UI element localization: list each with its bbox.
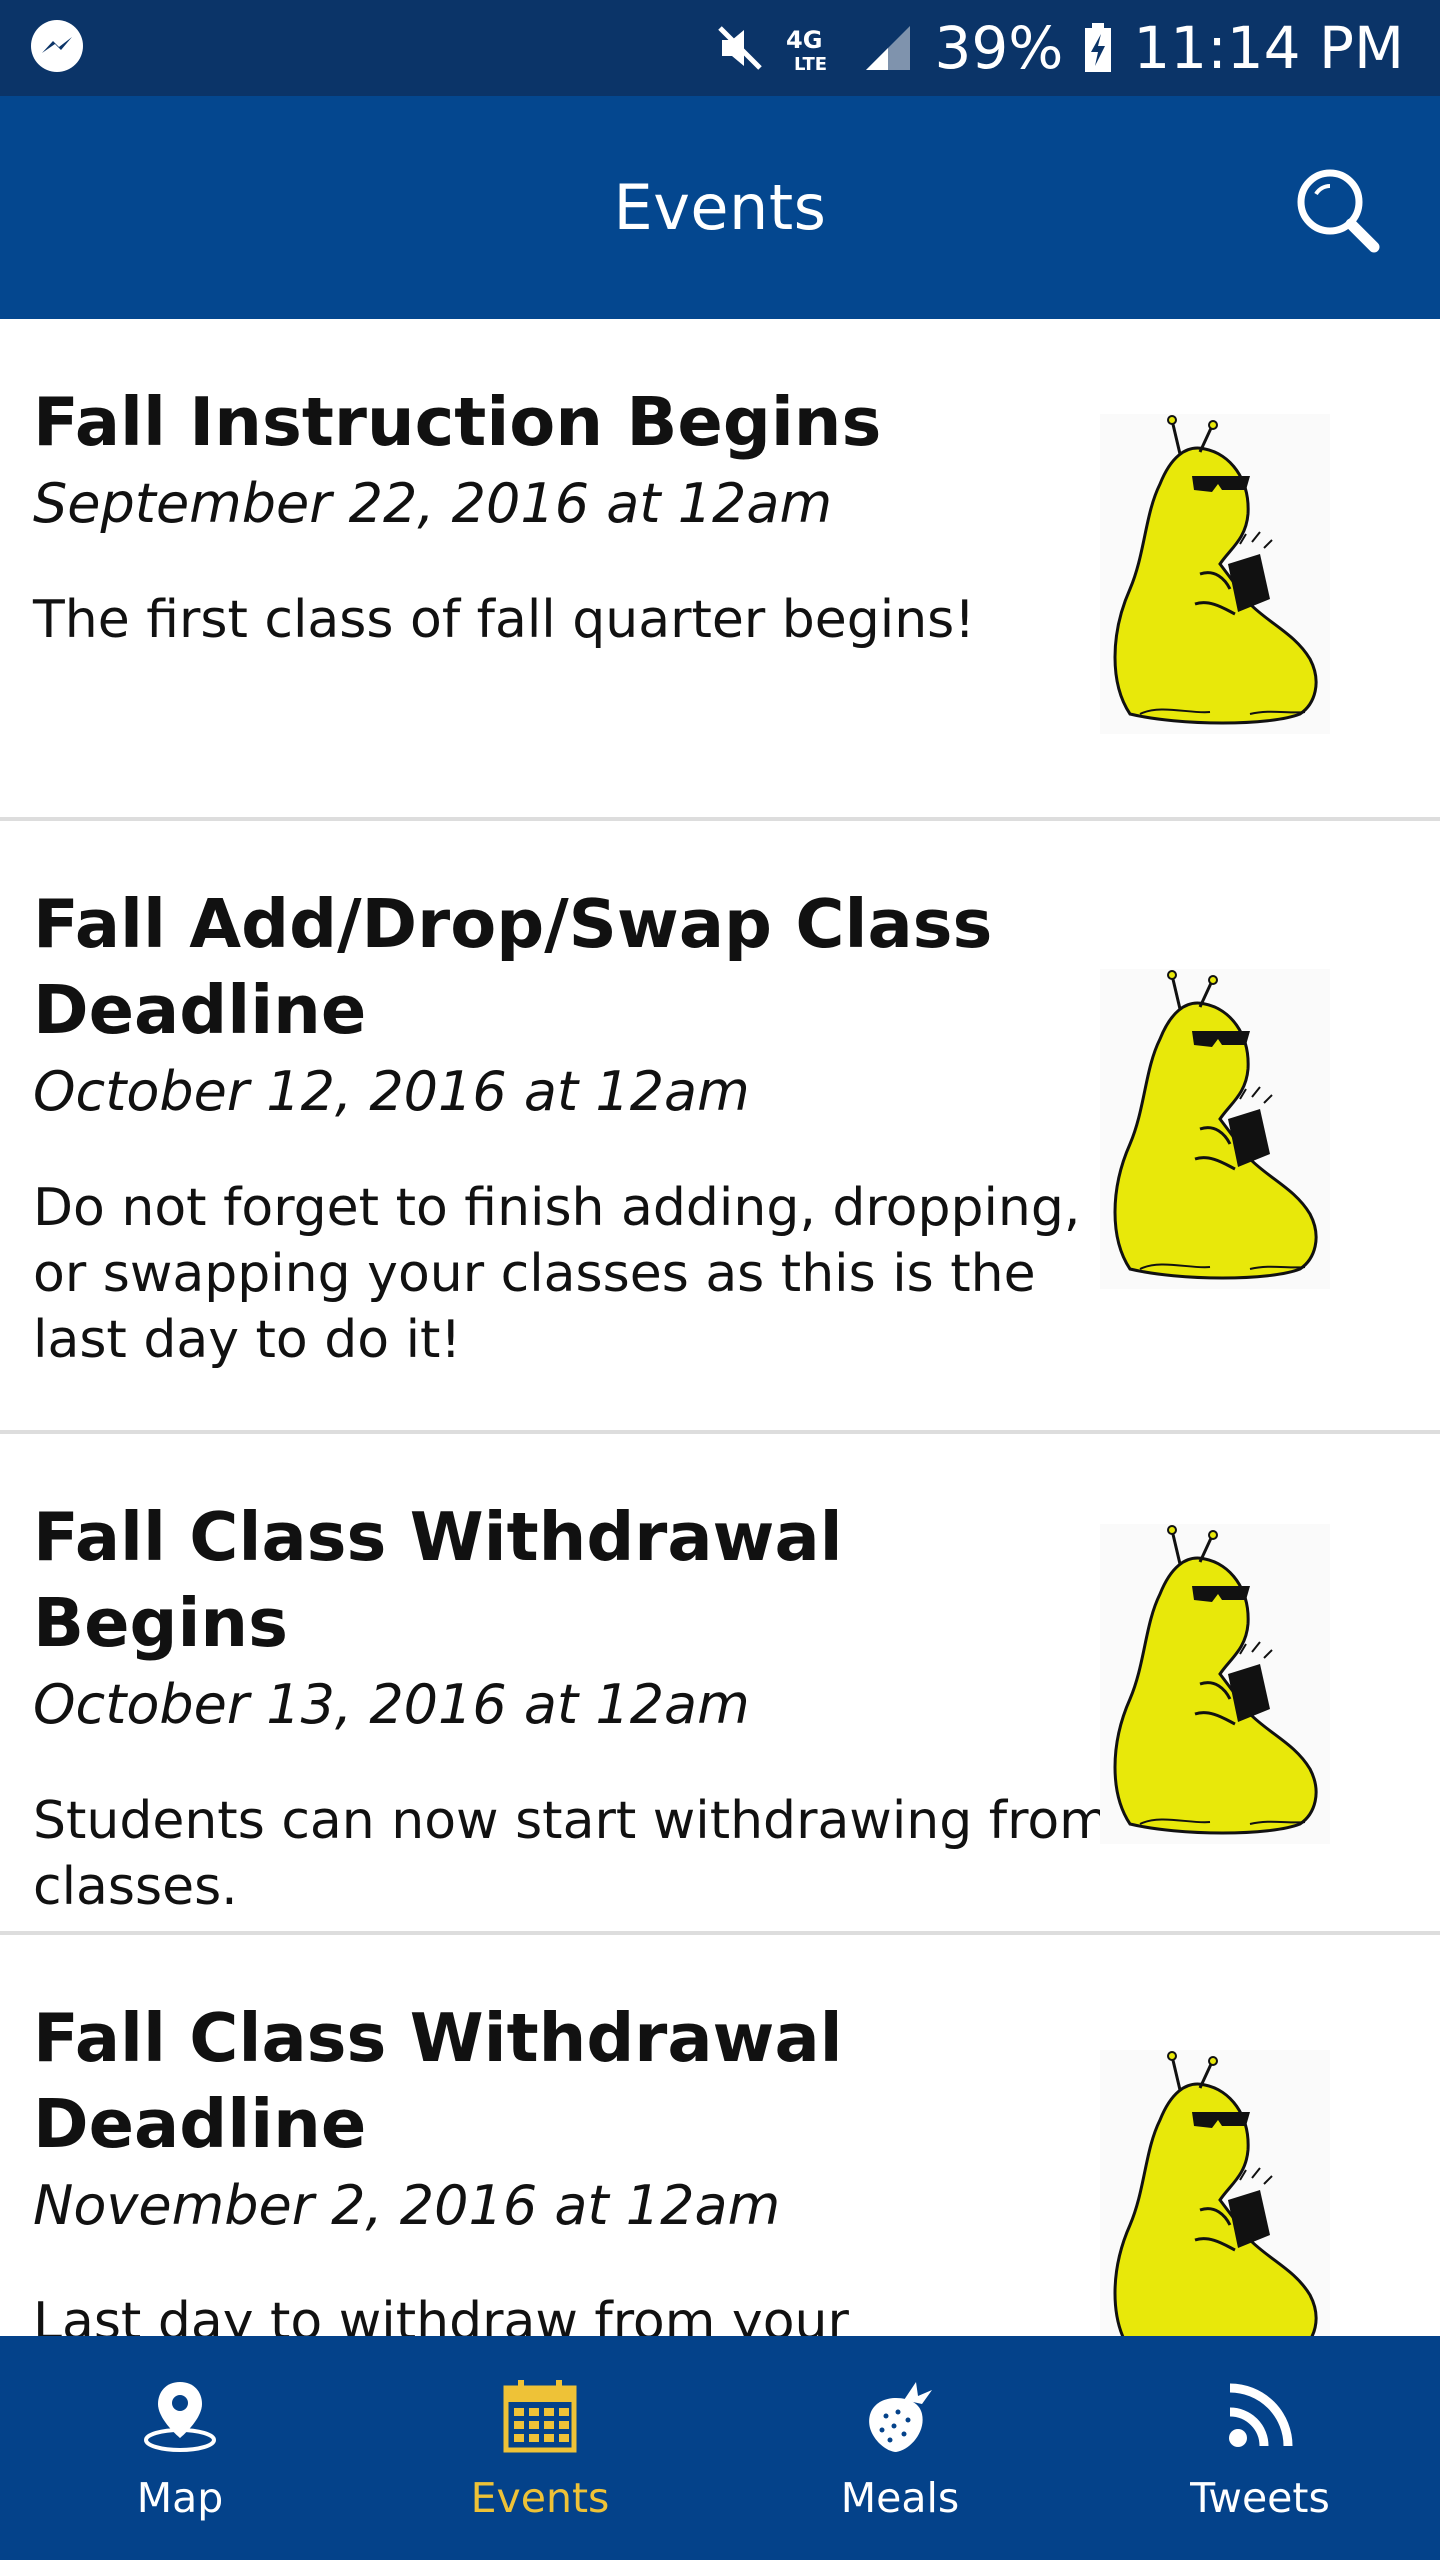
tab-label: Events [470, 2474, 610, 2522]
search-button[interactable] [1290, 164, 1386, 260]
event-date: October 12, 2016 at 12am [33, 1060, 750, 1123]
strawberry-icon [869, 2382, 932, 2452]
event-card[interactable]: Fall Add/Drop/Swap Class Deadline Octobe… [0, 821, 1440, 1434]
tab-map[interactable]: Map [0, 2336, 360, 2560]
bottom-nav: Map Events Meals Tweets [0, 2336, 1440, 2560]
tab-events[interactable]: Events [360, 2336, 720, 2560]
slug-mascot-image [1100, 2050, 1330, 2336]
map-pin-icon [144, 2382, 216, 2452]
tab-tweets[interactable]: Tweets [1080, 2336, 1440, 2560]
slug-mascot-image [1100, 414, 1330, 734]
event-date: November 2, 2016 at 12am [33, 2174, 781, 2237]
calendar-icon [503, 2380, 577, 2453]
event-card[interactable]: Fall Class Withdrawal Deadline November … [0, 1935, 1440, 2336]
slug-mascot-image [1100, 1524, 1330, 1844]
event-description: The first class of fall quarter begins! [33, 590, 976, 650]
rss-icon [1229, 2383, 1293, 2447]
event-date: October 13, 2016 at 12am [33, 1673, 750, 1736]
page-title: Events [613, 171, 827, 244]
event-title: Fall Add/Drop/Swap Class Deadline [33, 885, 993, 1049]
svg-text:4G: 4G [786, 26, 822, 54]
signal-icon [862, 22, 914, 74]
mute-icon [714, 22, 766, 74]
event-card[interactable]: Fall Instruction Begins September 22, 20… [0, 319, 1440, 821]
event-description: Do not forget to finish adding, dropping… [33, 1178, 1081, 1370]
event-card[interactable]: Fall Class Withdrawal Begins October 13,… [0, 1434, 1440, 1935]
search-icon [1297, 169, 1380, 253]
network-icon: 4G LTE [786, 22, 842, 74]
battery-charging-icon [1083, 22, 1113, 74]
events-list[interactable]: Fall Instruction Begins September 22, 20… [0, 319, 1440, 2336]
event-description: Students can now start withdrawing from … [33, 1791, 1110, 1917]
event-title: Fall Class Withdrawal Deadline [33, 1999, 843, 2163]
tab-label: Map [136, 2474, 224, 2522]
battery-percent: 39% [934, 14, 1064, 82]
messenger-icon [28, 17, 86, 79]
svg-text:LTE: LTE [794, 54, 827, 74]
event-description: Last day to withdraw from your [33, 2292, 849, 2336]
event-date: September 22, 2016 at 12am [33, 472, 833, 535]
tab-label: Tweets [1190, 2474, 1330, 2522]
app-bar: Events [0, 96, 1440, 319]
tab-meals[interactable]: Meals [720, 2336, 1080, 2560]
slug-mascot-image [1100, 969, 1330, 1289]
event-title: Fall Class Withdrawal Begins [33, 1498, 843, 1662]
event-title: Fall Instruction Begins [33, 383, 882, 461]
clock-time: 11:14 PM [1133, 14, 1404, 82]
status-bar: 4G LTE 39% 11:14 PM [0, 0, 1440, 96]
tab-label: Meals [840, 2474, 960, 2522]
